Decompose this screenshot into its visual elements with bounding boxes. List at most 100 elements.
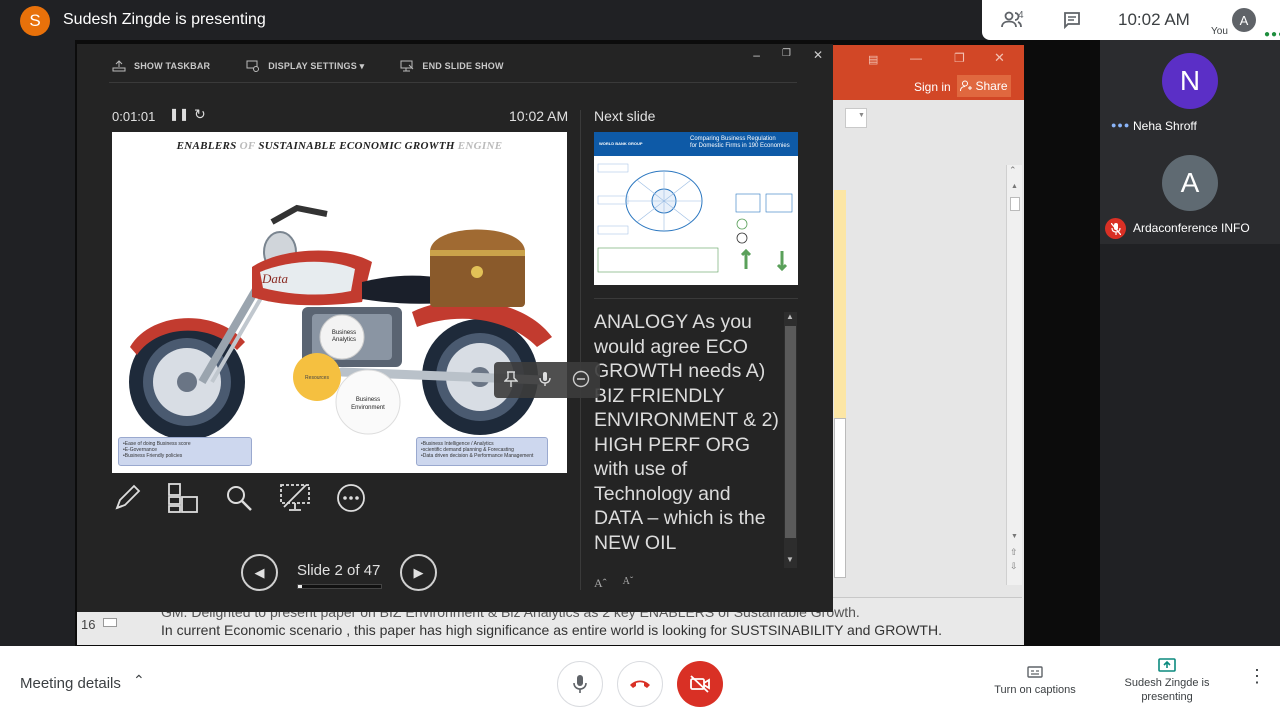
share-button[interactable]: Share	[957, 75, 1011, 97]
presenter-toolbar: SHOW TASKBAR DISPLAY SETTINGS ▾ END SLID…	[112, 60, 504, 72]
scroll-thumb[interactable]	[1010, 197, 1020, 211]
next-slide-title-line: for Domestic Firms in 190 Economies	[690, 143, 790, 149]
remove-icon[interactable]	[572, 370, 590, 391]
participant-name: Ardaconference INFO	[1133, 221, 1250, 235]
restore-icon[interactable]: ❐	[782, 48, 791, 62]
divider	[580, 110, 581, 590]
legend-box-right: •Business Intelligence / Analytics •scie…	[416, 437, 548, 466]
mic-muted-icon	[1105, 218, 1126, 239]
slide-canvas-edge	[834, 418, 846, 578]
decrease-font-icon[interactable]: Aˇ	[623, 576, 634, 591]
camera-off-icon	[690, 675, 710, 693]
ribbon-dropdown[interactable]: ▼	[845, 108, 867, 128]
participant-avatar: N	[1162, 53, 1218, 109]
taskbar-icon	[112, 60, 126, 72]
captions-button[interactable]: Turn on captions	[985, 666, 1085, 696]
close-icon[interactable]: ✕	[994, 50, 1005, 66]
next-slide-icon[interactable]: ⇩	[1010, 561, 1018, 572]
close-icon[interactable]: ✕	[813, 48, 823, 62]
powerpoint-window	[830, 45, 1024, 645]
presentation-status-button[interactable]: Sudesh Zingde is presenting	[1113, 658, 1221, 704]
legend-box-left: •Ease of doing Business score •E-Governa…	[118, 437, 252, 466]
next-slide-title: Comparing Business Regulation for Domest…	[690, 136, 790, 150]
speaker-notes[interactable]: ANALOGY As you would agree ECO GROWTH ne…	[594, 310, 782, 564]
previous-slide-icon[interactable]: ⇧	[1010, 547, 1018, 558]
show-taskbar-button[interactable]: SHOW TASKBAR	[112, 60, 210, 72]
top-right-panel: 4 10:02 AM A You ●●●	[982, 0, 1280, 40]
speaking-indicator-icon: ●●●	[1264, 29, 1280, 40]
minimize-icon[interactable]: –	[753, 48, 760, 62]
ppt-vertical-scrollbar[interactable]: ⌃ ▲ ▼ ⇧ ⇩	[1006, 165, 1022, 585]
scroll-up-icon[interactable]: ⌃	[1009, 165, 1017, 176]
floating-controls	[494, 362, 600, 398]
pen-icon[interactable]	[112, 482, 142, 514]
legend-item: •Data driven decision & Performance Mana…	[421, 453, 534, 459]
pause-icon[interactable]: ❚❚	[169, 107, 189, 121]
black-screen-icon[interactable]	[280, 482, 310, 514]
restore-icon[interactable]: ❐	[954, 51, 965, 65]
leave-call-button[interactable]	[617, 661, 663, 707]
chevron-up-icon[interactable]: ⌃	[133, 672, 145, 689]
microphone-icon	[573, 675, 587, 693]
ribbon-display-icon[interactable]: ▤	[868, 53, 878, 66]
divider	[109, 82, 797, 83]
divider	[594, 298, 798, 299]
people-count: 4	[1018, 10, 1024, 21]
participant-tile[interactable]: A Ardaconference INFO	[1099, 142, 1280, 244]
slide-thumbnail-icon	[103, 618, 117, 627]
display-settings-label: DISPLAY SETTINGS ▾	[268, 60, 365, 71]
notes-font-controls: Aˆ Aˇ	[594, 576, 633, 591]
motorcycle-illustration	[129, 204, 552, 440]
minimize-icon[interactable]: —	[910, 51, 922, 65]
end-slide-show-button[interactable]: END SLIDE SHOW	[400, 60, 503, 72]
slide-counter[interactable]: Slide 2 of 47	[297, 562, 380, 579]
tank-label: Data	[262, 271, 288, 286]
display-settings-button[interactable]: DISPLAY SETTINGS ▾	[246, 60, 364, 72]
speaking-indicator-icon: ●●●	[1111, 120, 1131, 130]
scroll-thumb[interactable]	[785, 326, 796, 538]
microphone-button[interactable]	[557, 661, 603, 707]
presenting-title: Sudesh Zingde is presenting	[63, 11, 266, 28]
see-all-slides-icon[interactable]	[168, 482, 198, 514]
captions-label: Turn on captions	[994, 684, 1076, 696]
current-slide[interactable]: ENABLERS OF SUSTAINABLE ECONOMIC GROWTH …	[112, 132, 567, 473]
sign-in-link[interactable]: Sign in	[914, 80, 951, 94]
scroll-down-icon[interactable]: ▼	[1011, 533, 1018, 540]
chat-icon[interactable]	[1060, 8, 1084, 32]
window-controls: – ❐ ✕	[753, 48, 823, 62]
clock: 10:02 AM	[1118, 10, 1190, 29]
more-options-icon[interactable]: ⋮	[1248, 667, 1266, 685]
previous-slide-button[interactable]: ◀	[241, 554, 278, 591]
meeting-details-button[interactable]: Meeting details	[20, 675, 121, 692]
self-avatar[interactable]: A	[1232, 8, 1256, 32]
participant-tile[interactable]: N ●●● Neha Shroff	[1099, 40, 1280, 142]
captions-icon	[1027, 666, 1043, 678]
next-slide-diagram	[597, 163, 793, 273]
more-options-icon[interactable]	[336, 482, 366, 514]
increase-font-icon[interactable]: Aˆ	[594, 576, 607, 591]
notes-scrollbar[interactable]: ▲ ▼	[784, 312, 797, 568]
show-taskbar-label: SHOW TASKBAR	[134, 61, 211, 71]
gear-label: Business Analytics	[331, 330, 357, 343]
scroll-up-icon[interactable]: ▲	[1011, 183, 1018, 190]
slide-thumbnail-strip	[834, 190, 846, 418]
notes-line: In current Economic scenario , this pape…	[161, 622, 942, 638]
chevron-right-icon: ▶	[413, 564, 424, 580]
you-label: You	[1211, 26, 1228, 37]
scroll-up-icon[interactable]: ▲	[786, 312, 794, 321]
presenter-tools	[112, 482, 366, 514]
scroll-down-icon[interactable]: ▼	[786, 555, 794, 564]
restart-timer-icon[interactable]: ↻	[194, 106, 206, 123]
next-slide-title-line: Comparing Business Regulation	[690, 136, 776, 142]
next-slide-label: Next slide	[594, 108, 656, 124]
participant-avatar: A	[1162, 155, 1218, 211]
next-slide-button[interactable]: ▶	[400, 554, 437, 591]
pin-icon[interactable]	[503, 370, 520, 390]
camera-button[interactable]	[677, 661, 723, 707]
gear-label: Business Environment	[351, 397, 385, 411]
next-slide-preview[interactable]: WORLD BANK GROUP Comparing Business Regu…	[594, 132, 798, 285]
microphone-icon[interactable]	[539, 371, 551, 390]
zoom-icon[interactable]	[224, 482, 254, 514]
person-add-icon	[960, 80, 973, 92]
gear-label: Resources	[305, 375, 329, 381]
